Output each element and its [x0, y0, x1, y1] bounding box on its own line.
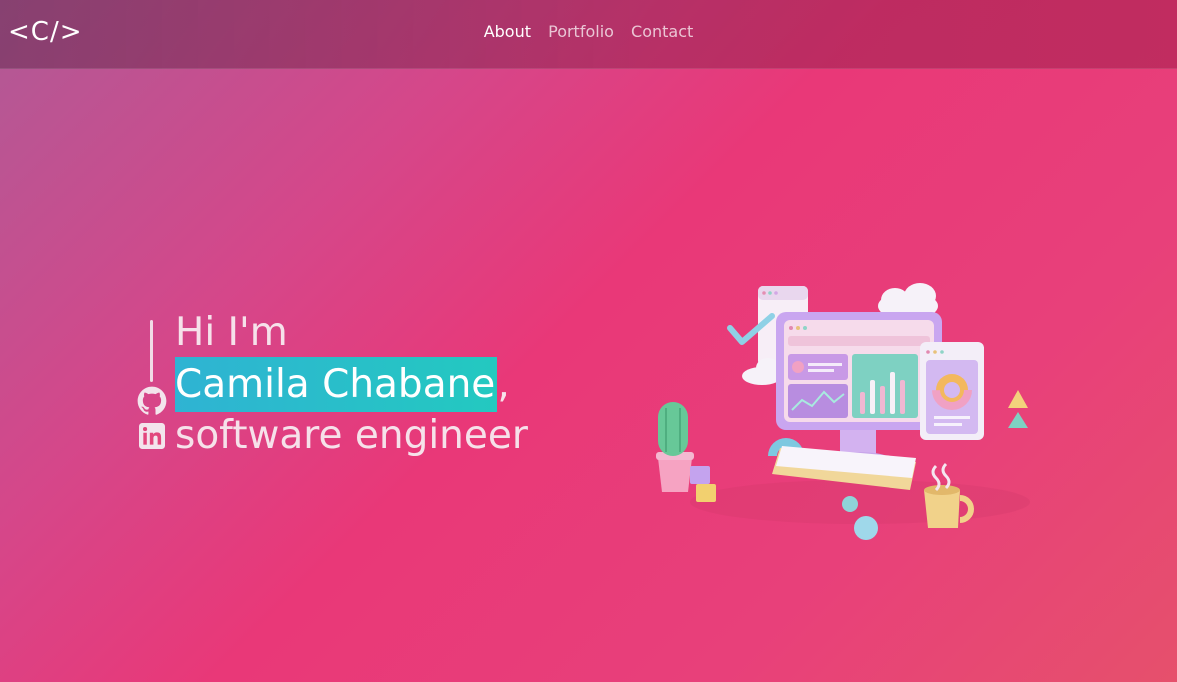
hero-name: Camila Chabane: [175, 357, 498, 412]
hero-name-comma: ,: [497, 362, 510, 407]
coffee-mug: [924, 462, 974, 528]
hero-headline: Hi I'm Camila Chabane, software engineer: [175, 309, 528, 460]
hero-greeting: Hi I'm: [175, 310, 288, 355]
top-navbar: <C/> About Portfolio Contact: [0, 0, 1177, 69]
cactus-plant: [656, 402, 694, 492]
github-icon[interactable]: [137, 386, 167, 416]
hero-name-line: Camila Chabane,: [175, 357, 528, 412]
social-links: [136, 320, 168, 452]
social-divider: [150, 320, 153, 382]
hero-role: software engineer: [175, 413, 528, 458]
nav-link-contact[interactable]: Contact: [631, 20, 693, 44]
nav-links: About Portfolio Contact: [0, 20, 1177, 44]
workspace-illustration: [656, 283, 1030, 540]
browser-window-side: [920, 342, 984, 440]
linkedin-icon[interactable]: [139, 423, 165, 449]
nav-link-portfolio[interactable]: Portfolio: [548, 20, 614, 44]
monitor: [776, 312, 942, 430]
nav-link-about[interactable]: About: [484, 20, 531, 44]
